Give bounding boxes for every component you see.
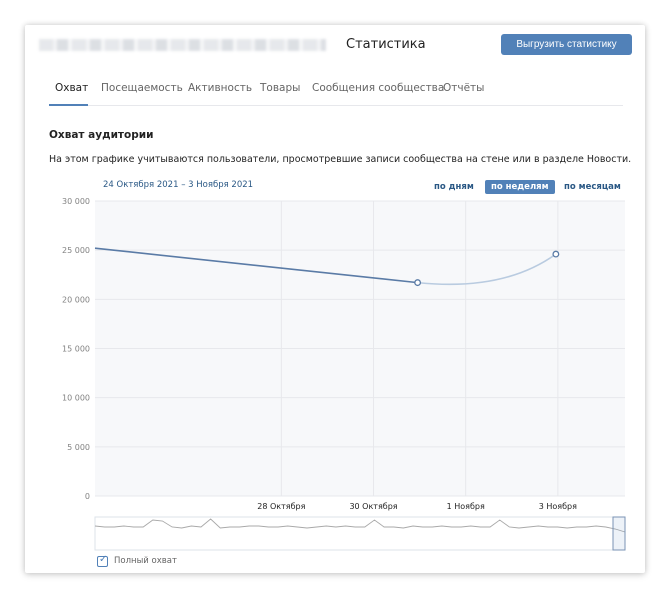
x-tick-label: 30 Октября xyxy=(349,502,397,511)
x-tick-label: 1 Ноября xyxy=(447,502,485,511)
data-point xyxy=(552,250,560,258)
y-tick-label: 20 000 xyxy=(62,295,90,304)
y-tick-label: 10 000 xyxy=(62,394,90,403)
checkmark-icon: ✓ xyxy=(99,554,108,565)
full-reach-checkbox[interactable]: ✓ xyxy=(97,554,108,567)
statistics-card: Статистика Выгрузить статистику Охват По… xyxy=(25,25,645,573)
x-tick-label: 28 Октября xyxy=(257,502,305,511)
data-point xyxy=(414,279,422,287)
y-tick-label: 5 000 xyxy=(67,443,90,452)
y-tick-label: 0 xyxy=(85,492,90,501)
full-reach-label: Полный охват xyxy=(114,556,177,566)
y-tick-label: 15 000 xyxy=(62,345,90,354)
navigator-frame xyxy=(94,516,626,551)
navigator-handle xyxy=(612,516,626,551)
y-tick-label: 30 000 xyxy=(62,197,90,206)
reach-chart: 30 000 25 000 20 000 15 000 10 000 5 000 0 28 О… xyxy=(62,197,626,551)
y-tick-label: 25 000 xyxy=(62,246,90,255)
x-tick-label: 3 Ноября xyxy=(539,502,577,511)
